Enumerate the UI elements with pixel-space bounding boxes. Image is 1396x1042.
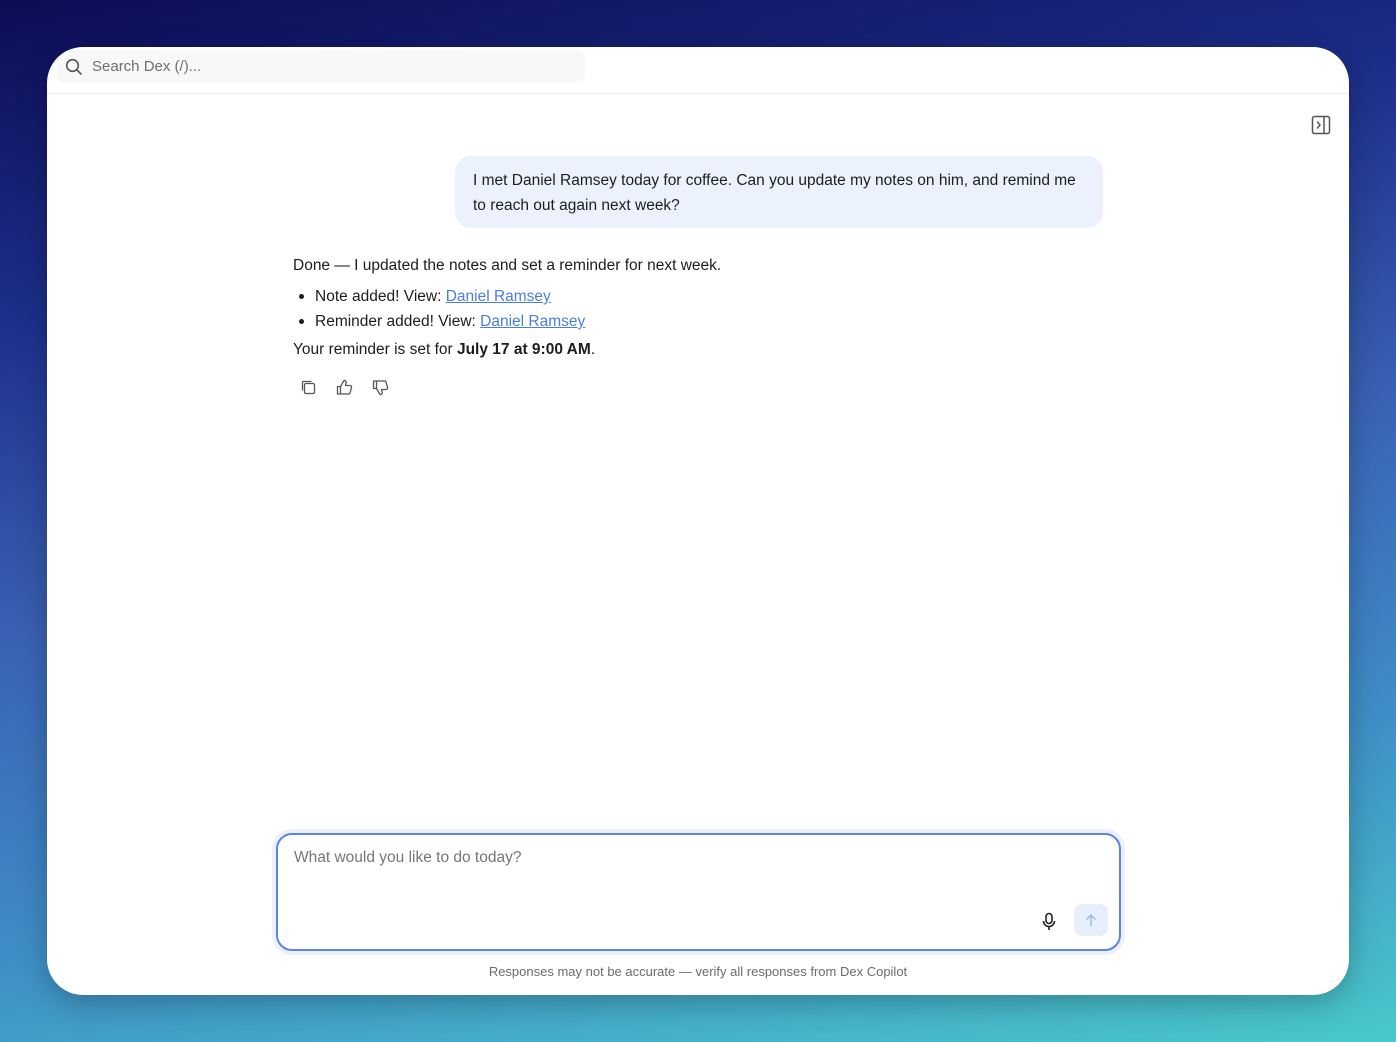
disclaimer-text: Responses may not be accurate — verify a… — [488, 964, 908, 979]
search-box[interactable]: Search Dex (/)... — [57, 50, 585, 83]
summary-suffix: . — [590, 341, 596, 358]
reply-actions — [299, 378, 390, 397]
user-message-bubble: I met Daniel Ramsey today for coffee. Ca… — [455, 156, 1103, 228]
sidebar-toggle-icon[interactable] — [1311, 115, 1331, 135]
list-item-prefix: Note added! View: — [315, 288, 446, 305]
send-button[interactable] — [1074, 904, 1108, 936]
assistant-reply: Done — I updated the notes and set a rem… — [293, 254, 1093, 362]
search-icon — [65, 58, 83, 76]
top-bar: Search Dex (/)... — [47, 47, 1349, 94]
list-item-prefix: Reminder added! View: — [315, 313, 481, 330]
copy-icon[interactable] — [299, 378, 318, 397]
reminder-time: July 17 at 9:00 AM — [456, 341, 591, 358]
chat-composer — [276, 833, 1121, 951]
app-window: Search Dex (/)... I met Daniel Ramsey to… — [47, 47, 1349, 995]
reply-list: Note added! View: Daniel Ramsey Reminder… — [293, 284, 1093, 334]
list-item: Note added! View: Daniel Ramsey — [293, 284, 1093, 309]
search-placeholder[interactable]: Search Dex (/)... — [92, 58, 201, 75]
arrow-up-icon — [1084, 913, 1098, 927]
daniel-ramsey-reminder-link[interactable]: Daniel Ramsey — [480, 313, 585, 330]
daniel-ramsey-note-link[interactable]: Daniel Ramsey — [446, 288, 551, 305]
reply-intro: Done — I updated the notes and set a rem… — [293, 257, 722, 274]
chat-input[interactable] — [294, 849, 1094, 909]
list-item: Reminder added! View: Daniel Ramsey — [293, 309, 1093, 334]
summary-prefix: Your reminder is set for — [293, 341, 457, 358]
reply-summary: Your reminder is set for July 17 at 9:00… — [293, 338, 1093, 362]
thumbs-up-icon[interactable] — [335, 378, 354, 397]
thumbs-down-icon[interactable] — [371, 378, 390, 397]
microphone-icon[interactable] — [1040, 912, 1058, 932]
